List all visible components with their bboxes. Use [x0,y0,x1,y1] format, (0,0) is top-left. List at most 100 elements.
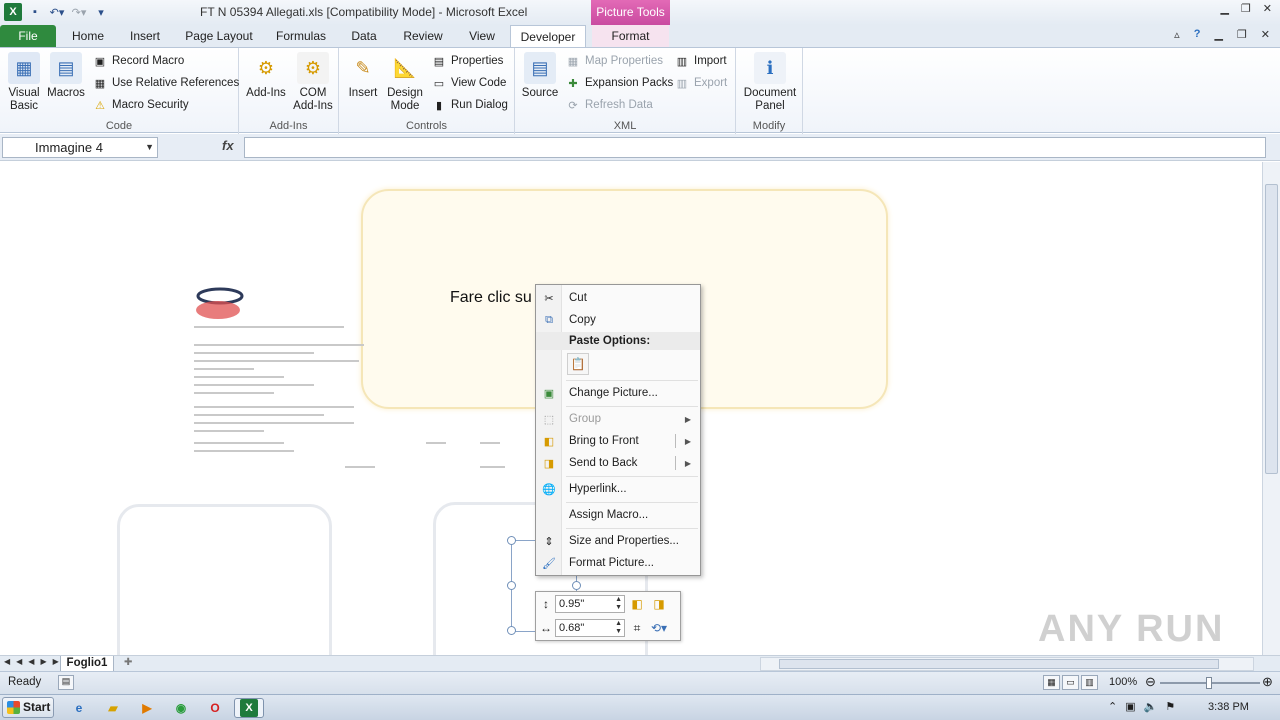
tab-formulas[interactable]: Formulas [270,25,332,47]
insert-sheet-icon[interactable]: ✚ [124,657,140,670]
properties-button[interactable]: ▤ Properties [431,52,504,70]
bring-forward-icon[interactable]: ◧ [628,595,646,613]
menu-send-to-back[interactable]: ◨ Send to Back ▶ [536,452,700,474]
addins-button[interactable]: ⚙ Add-Ins [245,52,287,100]
document-panel-button[interactable]: ℹ Document Panel [740,52,800,113]
menu-group[interactable]: ⬚ Group ▶ [536,408,700,430]
menu-hyperlink[interactable]: 🌐 Hyperlink... [536,478,700,500]
restore-icon[interactable]: ❐ [1241,2,1251,15]
tab-home[interactable]: Home [64,25,112,47]
close-icon[interactable]: ✕ [1263,2,1272,15]
map-properties-button[interactable]: ▦ Map Properties [565,52,663,70]
macro-recording-icon[interactable]: ▤ [58,675,74,690]
name-box[interactable]: Immagine 4 ▼ [2,137,158,158]
menu-format-picture[interactable]: 🖌 Format Picture... [536,552,700,574]
page-layout-view-icon[interactable]: ▭ [1062,675,1079,690]
sheet-tab-foglio1[interactable]: Foglio1 [60,656,114,672]
macros-button[interactable]: ▤ Macros [46,52,86,100]
name-box-dropdown-icon[interactable]: ▼ [145,138,154,157]
source-button[interactable]: ▤ Source [521,52,559,100]
expansion-packs-button[interactable]: ✚ Expansion Packs [565,74,673,92]
tab-format[interactable]: Format [592,25,669,47]
zoom-out-icon[interactable]: ⊖ [1145,674,1156,690]
design-mode-button[interactable]: 📐 Design Mode [385,52,425,113]
network-icon[interactable]: ▣ [1125,700,1135,713]
resize-handle-right[interactable] [572,581,581,590]
paste-option-icon[interactable]: 📋 [567,353,589,375]
chrome-icon[interactable]: ◉ [170,698,192,718]
vertical-scrollbar[interactable] [1262,162,1280,655]
crop-icon[interactable]: ⌗ [628,619,646,637]
menu-assign-macro[interactable]: Assign Macro... [536,504,700,526]
workbook-minimize-icon[interactable]: ▁ [1214,28,1222,41]
view-code-button[interactable]: ▭ View Code [431,74,507,92]
horizontal-scroll-thumb[interactable] [779,659,1219,669]
submenu-arrow-icon[interactable]: ▶ [685,459,691,468]
resize-handle-top-left[interactable] [507,536,516,545]
customize-qat-icon[interactable]: ▾ [92,3,110,21]
tab-data[interactable]: Data [342,25,386,47]
tab-developer[interactable]: Developer [510,25,586,48]
normal-view-icon[interactable]: ▦ [1043,675,1060,690]
redo-icon[interactable]: ↷▾ [70,3,88,21]
send-backward-icon[interactable]: ◨ [650,595,668,613]
formula-input[interactable] [244,137,1266,158]
workbook-close-icon[interactable]: ✕ [1261,28,1270,41]
spinner-arrows-icon[interactable]: ▲ ▼ [615,596,622,612]
undo-icon[interactable]: ↶▾ [48,3,66,21]
vertical-scroll-thumb[interactable] [1265,184,1278,474]
tab-file[interactable]: File [0,25,56,47]
resize-handle-left[interactable] [507,581,516,590]
height-spinner[interactable]: 0.95" ▲ ▼ [555,595,625,613]
excel-taskbar-icon[interactable]: X [234,698,264,718]
media-player-icon[interactable]: ▶ [136,698,158,718]
visual-basic-button[interactable]: ▦ Visual Basic [4,52,44,113]
file-explorer-icon[interactable]: ▰ [102,698,124,718]
minimize-ribbon-icon[interactable]: ▵ [1174,28,1180,41]
insert-control-button[interactable]: ✎ Insert [345,52,381,100]
page-break-view-icon[interactable]: ▥ [1081,675,1098,690]
resize-handle-bottom-left[interactable] [507,626,516,635]
run-dialog-button[interactable]: ▮ Run Dialog [431,96,508,114]
refresh-data-button[interactable]: ⟳ Refresh Data [565,96,652,114]
minimize-icon[interactable]: ▁ [1220,2,1228,15]
menu-cut[interactable]: ✂ Cut [536,287,700,309]
import-button[interactable]: ▥ Import [674,52,727,70]
spinner-arrows-icon[interactable]: ▲ ▼ [615,620,622,636]
workbook-restore-icon[interactable]: ❐ [1237,28,1247,41]
zoom-level[interactable]: 100% [1109,676,1137,688]
tab-page-layout[interactable]: Page Layout [178,25,260,47]
use-relative-references-button[interactable]: ▦ Use Relative References [92,74,239,92]
tab-review[interactable]: Review [396,25,450,47]
excel-icon[interactable]: X [4,3,22,21]
zoom-slider[interactable] [1160,677,1260,689]
horizontal-scrollbar[interactable] [760,657,1254,671]
record-macro-button[interactable]: ▣ Record Macro [92,52,184,70]
start-button[interactable]: Start [2,697,54,718]
tab-insert[interactable]: Insert [122,25,168,47]
submenu-arrow-icon[interactable]: ▶ [685,437,691,446]
com-addins-button[interactable]: ⚙ COM Add-Ins [291,52,335,113]
invoice-image[interactable] [190,282,530,472]
export-button[interactable]: ▥ Export [674,74,727,92]
macro-security-button[interactable]: ⚠ Macro Security [92,96,189,114]
zoom-slider-knob[interactable] [1206,677,1212,689]
internet-explorer-icon[interactable]: e [68,698,90,718]
volume-icon[interactable]: 🔈 [1144,700,1158,713]
help-icon[interactable]: ? [1194,28,1201,41]
zoom-in-icon[interactable]: ⊕ [1262,674,1273,690]
width-spinner[interactable]: 0.68" ▲ ▼ [555,619,625,637]
menu-change-picture[interactable]: ▣ Change Picture... [536,382,700,404]
rotate-icon[interactable]: ⟲▾ [650,619,668,637]
content-box-left[interactable] [117,504,332,655]
clock[interactable]: 3:38 PM [1208,701,1249,713]
menu-bring-to-front[interactable]: ◧ Bring to Front ▶ [536,430,700,452]
menu-size-properties[interactable]: ⇕ Size and Properties... [536,530,700,552]
save-icon[interactable]: ▪ [26,3,44,21]
insert-function-icon[interactable]: fx [222,138,234,153]
action-center-flag-icon[interactable]: ⚑ [1165,700,1175,713]
opera-icon[interactable]: O [204,698,226,718]
tab-view[interactable]: View [460,25,504,47]
menu-copy[interactable]: ⧉ Copy [536,309,700,331]
tray-expand-icon[interactable]: ⌃ [1108,700,1117,713]
